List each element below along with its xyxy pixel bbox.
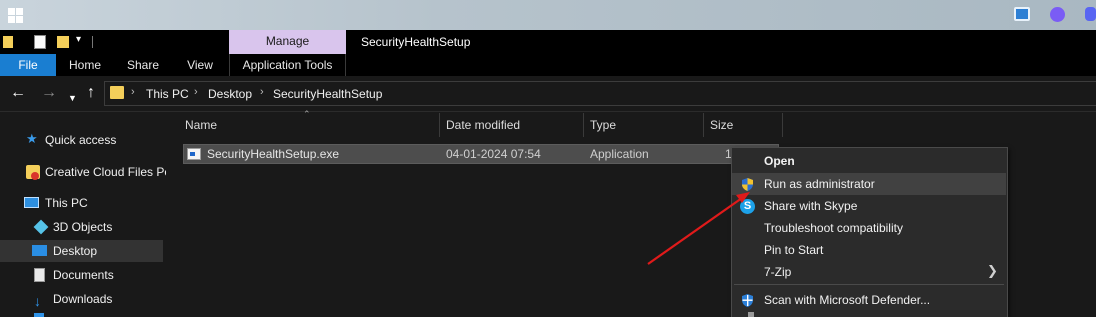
menu-item-label: Run as administrator [764,177,875,191]
nav-item-desktop[interactable]: Desktop [32,240,162,262]
menu-separator [734,284,1004,285]
nav-item-label: Downloads [53,292,113,306]
properties-icon[interactable] [34,35,46,49]
file-name[interactable]: SecurityHealthSetup.exe [207,147,339,161]
annotation-arrow-line [647,197,743,265]
defender-shield-icon [740,293,755,308]
menu-item-pin-to-start[interactable]: Pin to Start [732,239,1006,261]
breadcrumb-this-pc[interactable]: This PC [146,87,189,101]
menu-item-label: Troubleshoot compatibility [764,221,903,235]
menu-item-label: 7-Zip [764,265,792,279]
window-title: SecurityHealthSetup [361,35,471,49]
monitor-icon[interactable] [1014,7,1030,21]
windows-logo-icon[interactable] [8,8,24,24]
nav-item-this-pc[interactable]: This PC [24,192,164,214]
breadcrumb-desktop[interactable]: Desktop [208,87,252,101]
title-bar [0,30,1096,54]
nav-item-creative-cloud[interactable]: Creative Cloud Files Pe [24,161,166,183]
column-type[interactable]: Type [590,113,616,137]
column-size[interactable]: Size [710,113,733,137]
menu-item-label: Open [764,154,795,168]
nav-item-label: Creative Cloud Files Pe [45,165,166,179]
star-icon: ★ [26,131,38,146]
column-divider[interactable] [782,113,783,137]
downloads-icon: ↓ [34,293,41,309]
column-divider[interactable] [439,113,440,137]
pc-icon [24,197,39,208]
menu-item-open[interactable]: Open [732,150,1006,172]
uac-shield-icon [740,177,755,192]
discord-icon[interactable] [1085,7,1096,21]
recent-locations-chevron-icon[interactable]: ▼ [68,89,77,107]
menu-item-label: Pin to Start [764,243,824,257]
tab-application-tools[interactable]: Application Tools [229,54,346,76]
3d-objects-icon [33,219,49,235]
desktop-icon [32,245,47,256]
menu-item-share-with-skype[interactable]: S Share with Skype [732,195,1006,217]
new-folder-icon[interactable] [57,36,69,48]
chevron-right-icon[interactable]: › [194,86,198,98]
tab-home[interactable]: Home [60,54,110,76]
nav-item-label: 3D Objects [53,220,113,234]
file-date-modified: 04-01-2024 07:54 [446,147,541,161]
menu-item-7-zip[interactable]: 7-Zip [732,261,1006,283]
sync-error-icon [31,172,39,180]
nav-item-quick-access[interactable]: ★ Quick access [24,129,164,151]
column-name[interactable]: Name [185,113,217,137]
tab-share[interactable]: Share [118,54,168,76]
folder-icon [3,36,13,48]
documents-icon [34,268,45,282]
up-icon[interactable]: ↑ [87,84,95,102]
nav-item-3d-objects[interactable]: 3D Objects [32,216,164,238]
menu-item-troubleshoot-compatibility[interactable]: Troubleshoot compatibility [732,217,1006,239]
submenu-chevron-icon: ❯ [987,263,998,278]
chevron-right-icon[interactable]: › [131,86,135,98]
nav-item-label: Desktop [53,244,98,258]
chevron-right-icon[interactable]: › [260,86,264,98]
menu-item-label: Scan with Microsoft Defender... [764,293,931,307]
column-divider[interactable] [583,113,584,137]
nav-item-documents[interactable]: Documents [32,264,164,286]
file-type: Application [590,147,649,161]
breadcrumb-securityhealthsetup[interactable]: SecurityHealthSetup [273,87,382,101]
menu-item-label: Share with Skype [764,199,858,213]
desktop-background [0,0,1096,30]
tab-file[interactable]: File [0,54,56,76]
menu-item-scan-with-defender[interactable]: Scan with Microsoft Defender... [732,289,1006,311]
column-date-modified[interactable]: Date modified [446,113,520,137]
manage-contextual-tab[interactable]: Manage [229,30,346,54]
column-divider[interactable] [703,113,704,137]
back-icon[interactable]: ← [10,84,26,102]
menu-item-run-as-administrator[interactable]: Run as administrator [732,173,1006,195]
skype-icon: S [740,199,755,214]
menu-item-icon-partial [748,312,754,317]
music-icon [34,313,44,317]
toolbar-divider [92,36,93,48]
messenger-icon[interactable] [1050,7,1065,22]
nav-item-label: Quick access [45,133,117,147]
nav-item-label: This PC [45,196,88,210]
tab-view[interactable]: View [176,54,224,76]
nav-item-label: Documents [53,268,114,282]
nav-item-downloads[interactable]: ↓ Downloads [32,288,164,310]
address-bar[interactable] [104,81,1096,106]
customize-toolbar-icon[interactable]: ▾ [76,34,81,45]
forward-icon[interactable]: → [41,84,57,102]
sort-ascending-icon: ⌃ [303,109,311,119]
folder-icon [110,86,124,99]
application-file-icon [187,148,201,160]
